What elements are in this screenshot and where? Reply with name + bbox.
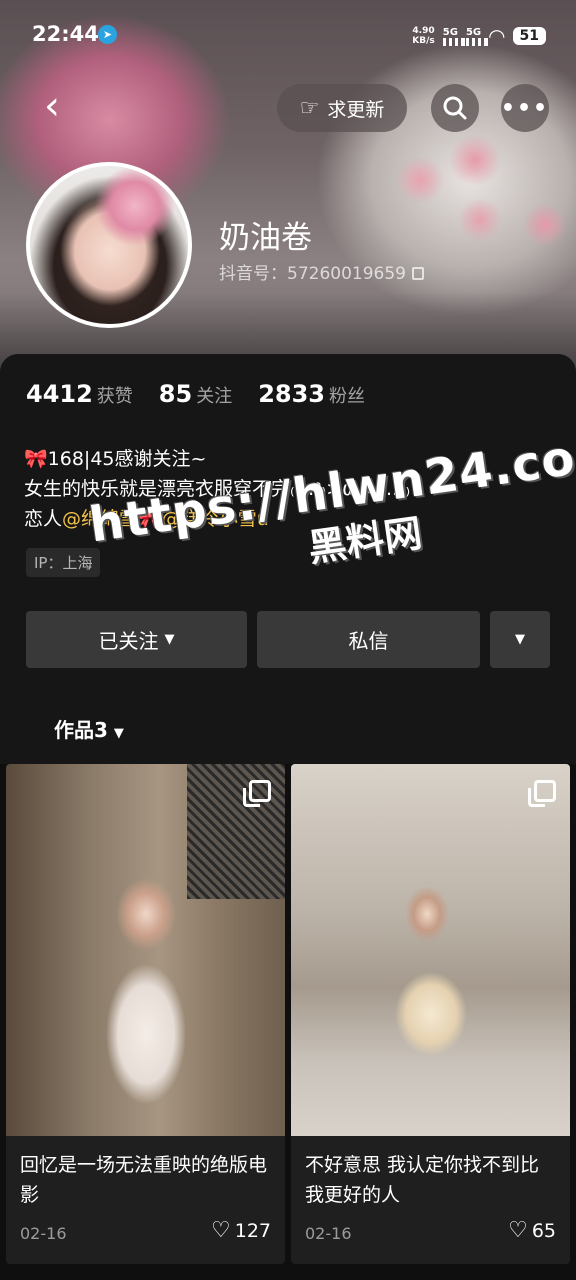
ip-location-tag: IP：上海: [26, 548, 101, 577]
status-bar: 22:44 ➤ 4.90 KB/s 5G 5G ◠ 51: [0, 0, 576, 70]
caret-down-icon: ▼: [515, 632, 525, 647]
message-button[interactable]: 私信: [257, 611, 480, 668]
multi-image-icon: [243, 780, 271, 807]
video-thumbnail: [6, 764, 285, 1136]
video-date: 02-16: [305, 1224, 352, 1243]
multi-image-icon: [528, 780, 556, 807]
video-date: 02-16: [20, 1224, 67, 1243]
status-indicators: 4.90 KB/s 5G 5G ◠ 51: [412, 24, 546, 48]
stat-followers[interactable]: 2833 粉丝: [258, 380, 365, 408]
following-button[interactable]: 已关注 ▼: [26, 611, 247, 668]
request-update-label: 求更新: [327, 98, 385, 121]
battery-indicator: 51: [512, 27, 546, 45]
copy-icon[interactable]: [411, 267, 424, 280]
video-title: 不好意思 我认定你找不到比我更好的人: [305, 1154, 540, 1206]
pointing-hand-icon: ☞: [299, 95, 320, 121]
video-title: 回忆是一场无法重映的绝版电影: [20, 1154, 268, 1206]
back-button[interactable]: ‹: [30, 86, 74, 130]
caret-down-icon: ▼: [164, 632, 175, 647]
stat-following[interactable]: 85 关注: [159, 380, 232, 408]
more-dots-icon: •••: [500, 95, 550, 121]
douyin-id-text: 抖音号：57260019659: [219, 264, 406, 284]
action-buttons: 已关注 ▼ 私信 ▼: [26, 611, 550, 668]
video-likes: ♡ 127: [211, 1218, 271, 1243]
heart-icon: ♡: [211, 1218, 231, 1243]
profile-name: 奶油卷: [219, 220, 312, 256]
more-actions-dropdown[interactable]: ▼: [490, 611, 550, 668]
status-time: 22:44: [32, 22, 99, 46]
stat-likes[interactable]: 4412 获赞: [26, 380, 133, 408]
search-button[interactable]: [431, 84, 479, 132]
chevron-left-icon: ‹: [44, 83, 60, 129]
profile-stats: 4412 获赞 85 关注 2833 粉丝: [26, 380, 365, 408]
net-speed: 4.90 KB/s: [412, 26, 435, 46]
heart-icon: ♡: [508, 1218, 528, 1243]
request-update-button[interactable]: ☞ 求更新: [277, 84, 407, 132]
douyin-id[interactable]: 抖音号：57260019659: [219, 259, 424, 284]
signal-icon: 5G: [442, 27, 466, 46]
video-thumbnail: [291, 764, 570, 1136]
avatar[interactable]: [26, 162, 192, 328]
video-likes: ♡ 65: [508, 1218, 556, 1243]
signal-icon-2: 5G: [465, 27, 489, 46]
video-grid: 回忆是一场无法重映的绝版电影 02-16 ♡ 127 不好意思 我认定你找不到比我…: [0, 764, 576, 1280]
caret-down-icon: ▼: [113, 726, 124, 741]
tab-works[interactable]: 作品3 ▼: [54, 714, 124, 743]
telegram-icon: ➤: [98, 25, 117, 44]
video-card[interactable]: 不好意思 我认定你找不到比我更好的人 02-16 ♡ 65: [291, 764, 570, 1264]
more-button[interactable]: •••: [501, 84, 549, 132]
search-icon: [443, 96, 467, 120]
video-card[interactable]: 回忆是一场无法重映的绝版电影 02-16 ♡ 127: [6, 764, 285, 1264]
wifi-icon: ◠: [489, 24, 505, 48]
